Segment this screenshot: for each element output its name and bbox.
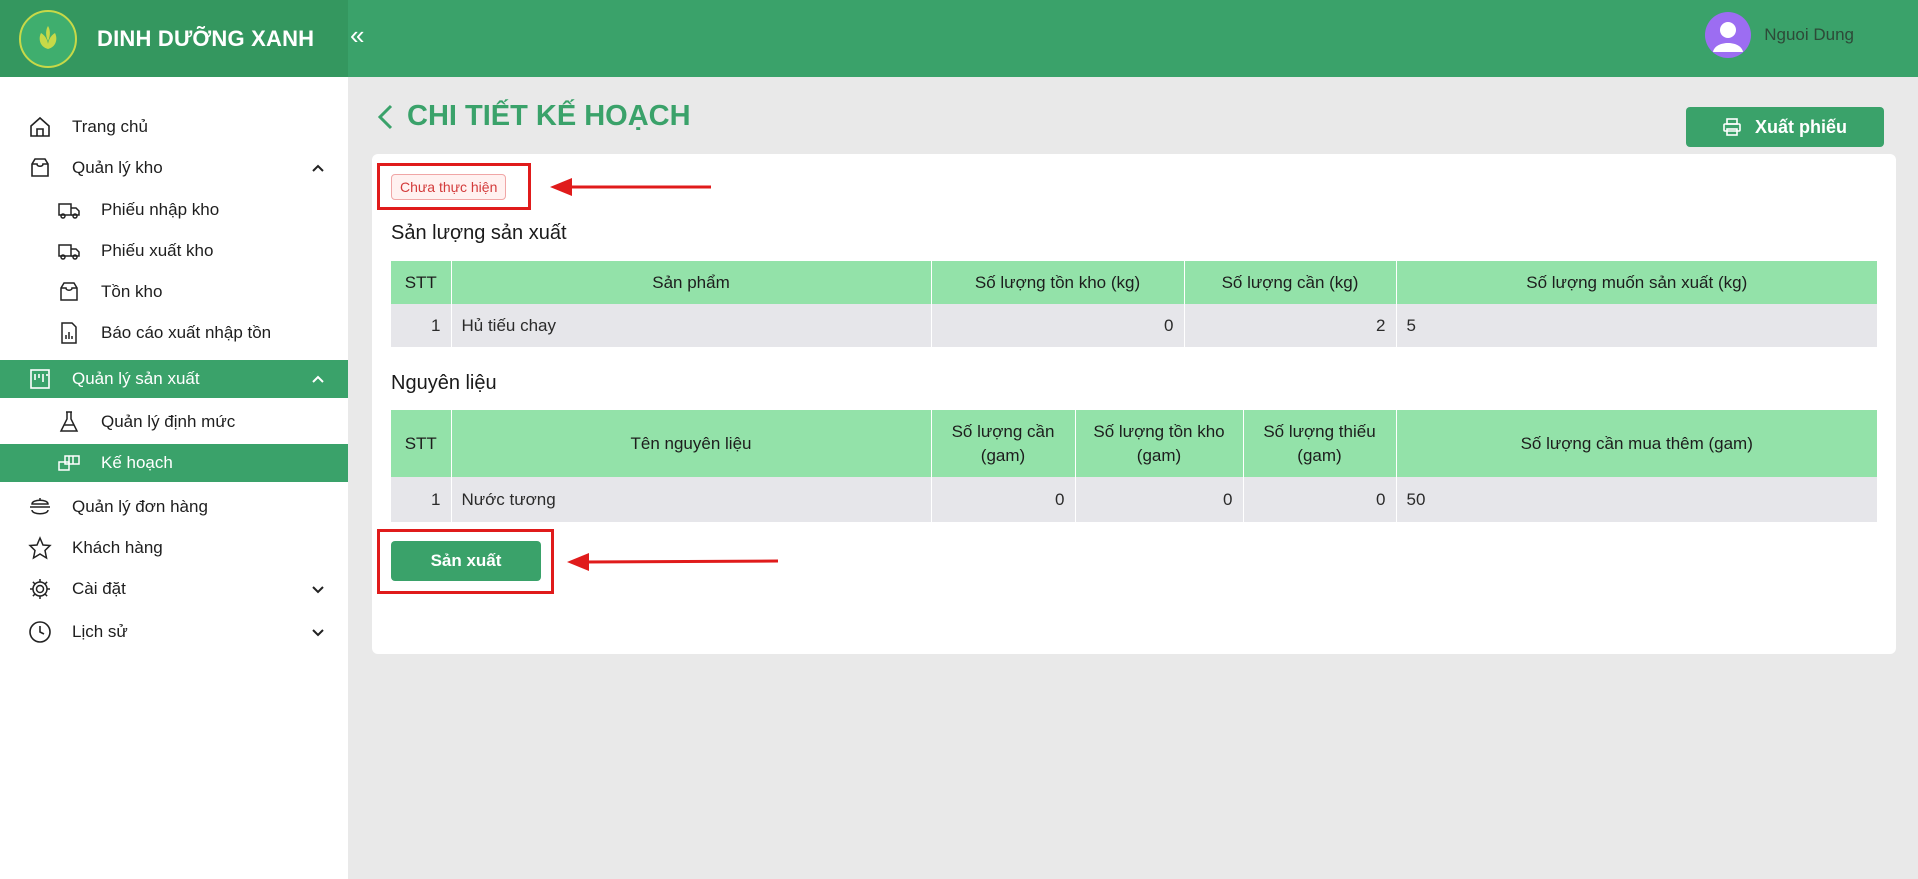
materials-section-title: Nguyên liệu [391, 372, 497, 394]
sidebar-item-label: Phiếu nhập kho [101, 200, 220, 219]
production-section-title: Sản lượng sản xuất [391, 222, 567, 244]
page-title-text: CHI TIẾT KẾ HOẠCH [407, 100, 691, 132]
cell-want: 5 [1396, 304, 1877, 347]
double-chevron-left-icon[interactable]: « [350, 20, 380, 50]
inbox-icon [31, 158, 49, 177]
top-header: DINH DƯỠNG XANH « Nguoi Dung [0, 0, 1918, 77]
home-icon [30, 116, 50, 137]
sidebar: Trang chủ Quản lý kho Phiếu nhập kho Phi… [0, 77, 348, 879]
sidebar-item-stock[interactable]: Tồn kho [0, 273, 348, 311]
col-header: Số lượng cần (kg) [1184, 261, 1397, 304]
cell-missing: 0 [1243, 477, 1397, 522]
sidebar-item-export-slip[interactable]: Phiếu xuất kho [0, 232, 348, 270]
sidebar-item-settings[interactable]: Cài đặt [0, 570, 348, 608]
plan-detail-card [372, 154, 1896, 654]
col-header: Số lượng cần (gam) [931, 410, 1076, 477]
sidebar-item-label: Lịch sử [72, 622, 128, 641]
table-header-row: STT Tên nguyên liệu Số lượng cần (gam) S… [391, 410, 1877, 477]
inbox-icon [60, 282, 78, 301]
back-chevron-icon[interactable] [375, 102, 397, 132]
page-title: CHI TIẾT KẾ HOẠCH [375, 100, 691, 133]
sidebar-item-label: Khách hàng [72, 538, 163, 557]
col-header: STT [391, 261, 452, 304]
truck-out-icon [58, 244, 80, 260]
sidebar-item-orders[interactable]: Quản lý đơn hàng [0, 488, 348, 526]
col-header: STT [391, 410, 452, 477]
truck-in-icon [58, 203, 80, 219]
table-row: 1 Nước tương 0 0 0 50 [391, 477, 1877, 522]
export-slip-button[interactable]: Xuất phiếu [1686, 107, 1884, 147]
col-header: Sản phẩm [451, 261, 932, 304]
col-header: Tên nguyên liệu [451, 410, 932, 477]
sidebar-item-label: Báo cáo xuất nhập tồn [101, 323, 272, 342]
cell-material-name: Nước tương [451, 477, 932, 522]
col-header: Số lượng muốn sản xuất (kg) [1396, 261, 1877, 304]
table-row: 1 Hủ tiếu chay 0 2 5 [391, 304, 1877, 347]
printer-icon [1723, 118, 1741, 136]
materials-table: STT Tên nguyên liệu Số lượng cần (gam) S… [391, 410, 1877, 522]
sidebar-item-history[interactable]: Lịch sử [0, 613, 348, 651]
flask-icon [59, 411, 79, 432]
gear-icon [30, 579, 50, 599]
annotation-box [377, 529, 554, 594]
production-table: STT Sản phẩm Số lượng tồn kho (kg) Số lư… [391, 261, 1877, 347]
chevron-up-icon [312, 375, 324, 383]
sidebar-item-label: Quản lý kho [72, 158, 163, 177]
sidebar-item-report[interactable]: Báo cáo xuất nhập tồn [0, 314, 348, 352]
sidebar-item-label: Tồn kho [101, 282, 163, 301]
cell-need: 2 [1184, 304, 1397, 347]
export-slip-label: Xuất phiếu [1754, 116, 1847, 137]
table-header-row: STT Sản phẩm Số lượng tồn kho (kg) Số lư… [391, 261, 1877, 304]
brand-name: DINH DƯỠNG XANH [97, 25, 315, 51]
clock-icon [29, 621, 51, 643]
cell-stock: 0 [931, 304, 1185, 347]
leaf-logo-icon [19, 9, 77, 68]
sidebar-item-label: Quản lý đơn hàng [72, 497, 208, 516]
plan-icon [58, 455, 80, 471]
cell-need: 0 [931, 477, 1076, 522]
user-name: Nguoi Dung [1764, 25, 1854, 44]
sidebar-item-label: Phiếu xuất kho [101, 241, 214, 260]
col-header: Số lượng thiếu (gam) [1243, 410, 1397, 477]
cell-stt: 1 [391, 477, 452, 522]
sidebar-item-label: Kế hoạch [101, 453, 173, 472]
annotation-arrow [567, 553, 779, 571]
order-icon [30, 498, 50, 515]
factory-icon [30, 369, 50, 389]
sidebar-item-label: Quản lý định mức [101, 412, 236, 431]
avatar[interactable] [1705, 12, 1752, 58]
cell-buy-more: 50 [1396, 477, 1877, 522]
col-header: Số lượng tồn kho (gam) [1075, 410, 1244, 477]
sidebar-item-warehouse[interactable]: Quản lý kho [0, 149, 348, 187]
cell-product: Hủ tiếu chay [451, 304, 932, 347]
sidebar-item-plan[interactable]: Kế hoạch [0, 444, 348, 482]
sidebar-item-label: Trang chủ [72, 117, 148, 136]
sidebar-item-import-slip[interactable]: Phiếu nhập kho [0, 191, 348, 229]
col-header: Số lượng cần mua thêm (gam) [1396, 410, 1877, 477]
report-icon [61, 322, 77, 344]
star-icon [28, 536, 52, 560]
cell-stock: 0 [1075, 477, 1244, 522]
user-menu[interactable]: Nguoi Dung [1705, 12, 1854, 58]
brand: DINH DƯỠNG XANH [0, 0, 348, 77]
chevron-down-icon [312, 629, 324, 637]
chevron-up-icon [312, 164, 324, 172]
annotation-arrow [550, 178, 711, 196]
col-header: Số lượng tồn kho (kg) [931, 261, 1185, 304]
cell-stt: 1 [391, 304, 452, 347]
sidebar-item-label: Quản lý sản xuất [72, 369, 200, 388]
sidebar-item-home[interactable]: Trang chủ [0, 108, 348, 146]
chevron-down-icon [312, 586, 324, 594]
sidebar-item-norms[interactable]: Quản lý định mức [0, 403, 348, 441]
sidebar-item-label: Cài đặt [72, 579, 126, 598]
annotation-box [377, 163, 531, 210]
sidebar-item-production[interactable]: Quản lý sản xuất [0, 360, 348, 398]
sidebar-item-customers[interactable]: Khách hàng [0, 529, 348, 567]
